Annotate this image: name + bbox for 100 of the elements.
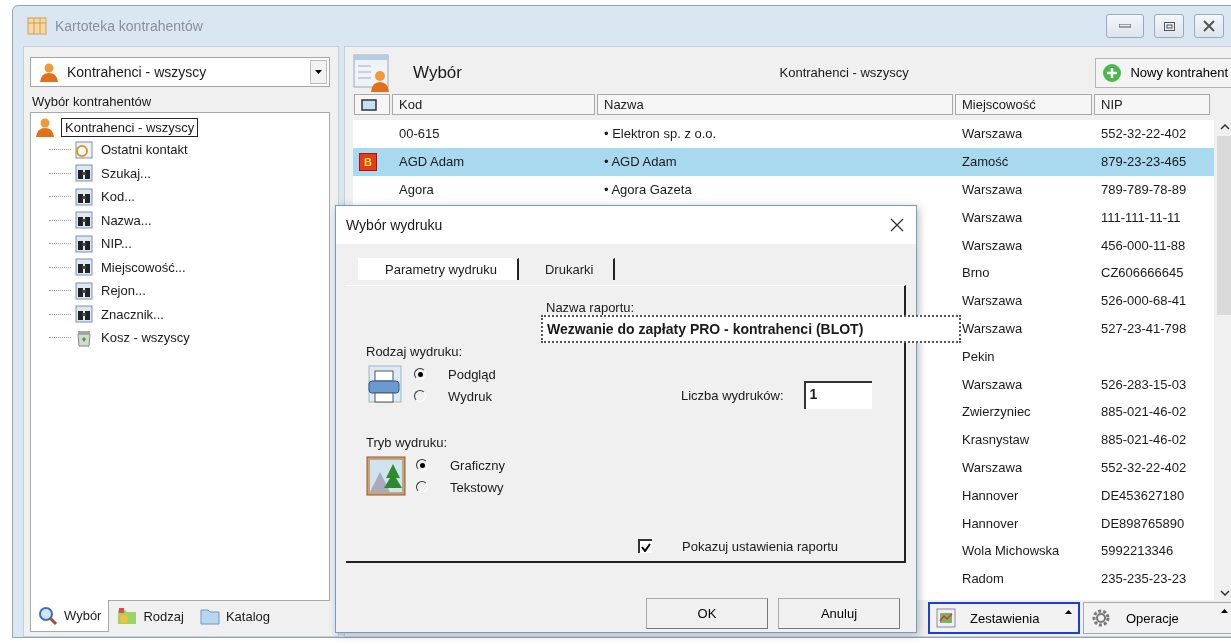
table-cell: Warszawa: [962, 209, 1023, 225]
table-cell: 527-23-41-798: [1101, 320, 1187, 336]
view-subtitle: Kontrahenci - wszyscy: [778, 65, 910, 80]
new-contractor-button[interactable]: Nowy kontrahent: [1095, 57, 1231, 88]
table-cell: Warszawa: [962, 459, 1023, 475]
field-label: Liczba wydruków:: [681, 387, 784, 403]
table-cell: Radom: [962, 571, 1004, 587]
table-cell: Zwierzyniec: [962, 404, 1031, 420]
table-cell: Warszawa: [962, 126, 1023, 142]
binoculars-icon: [75, 211, 93, 230]
table-cell: Hannover: [962, 487, 1019, 503]
tree-item[interactable]: Szukaj...: [101, 165, 151, 181]
table-cell: • Agora Gazeta: [604, 182, 692, 197]
binoculars-icon: [75, 258, 93, 277]
section-label: Wybór kontrahentów: [32, 94, 153, 109]
table-cell: • AGD Adam: [604, 154, 677, 170]
table-cell: 526-000-68-41: [1101, 293, 1187, 309]
table-cell: Hannover: [962, 515, 1019, 531]
tree-item[interactable]: NIP...: [101, 236, 132, 252]
dialog-button[interactable]: Anuluj: [778, 598, 900, 629]
maximize-button[interactable]: [1154, 14, 1184, 38]
status-badge: B: [359, 152, 377, 171]
binoculars-icon: [75, 305, 93, 324]
table-cell: 00-615: [399, 126, 440, 142]
table-cell: Warszawa: [962, 376, 1023, 392]
table-cell: 456-000-11-88: [1101, 237, 1186, 253]
scroll-down-icon[interactable]: [1219, 590, 1230, 596]
dialog-title: Wybór wydruku: [346, 217, 443, 233]
window-title: Kartoteka kontrahentów: [55, 18, 204, 34]
printer-icon: [366, 365, 404, 405]
tree-item[interactable]: Kod...: [101, 189, 135, 205]
caret-icon: [1065, 610, 1072, 614]
column-header[interactable]: NIP: [1094, 94, 1210, 115]
table-cell: 526-283-15-03: [1101, 376, 1187, 392]
gear-icon: [1090, 607, 1112, 629]
scrollbar[interactable]: [1214, 120, 1231, 600]
list-person-icon: [353, 53, 391, 92]
table-cell: Pekin: [962, 348, 995, 364]
minimize-icon: [1119, 24, 1131, 28]
table-cell: 552-32-22-402: [1101, 459, 1187, 475]
copies-input[interactable]: 1: [803, 381, 872, 409]
caret-icon: [1221, 609, 1228, 613]
table-cell: 111-111-11-11: [1101, 209, 1181, 225]
column-header[interactable]: Nazwa: [597, 94, 953, 115]
table-cell: 235-235-23-23: [1101, 571, 1187, 587]
checkbox-label: Pokazuj ustawienia raportu: [682, 538, 839, 554]
radio-label: Wydruk: [448, 388, 492, 404]
table-cell: Warszawa: [962, 320, 1023, 336]
table-cell: Warszawa: [962, 182, 1023, 197]
table-cell: Wola Michowska: [962, 543, 1060, 559]
checkbox[interactable]: [638, 539, 652, 553]
tree-item[interactable]: Miejscowość...: [101, 259, 186, 275]
chart-icon: [936, 608, 956, 628]
dialog-tab[interactable]: Drukarki: [519, 258, 616, 280]
tree-item[interactable]: Ostatni kontakt: [101, 142, 188, 158]
table-cell: DE898765890: [1101, 515, 1185, 531]
table-cell: Warszawa: [962, 293, 1023, 309]
tree-item[interactable]: Kosz - wszyscy: [101, 330, 190, 346]
scroll-up-icon[interactable]: [1219, 124, 1230, 130]
marker-icon: [361, 98, 377, 111]
restore-icon: [1163, 21, 1175, 31]
column-header[interactable]: Kod: [392, 94, 595, 115]
close-icon: [1203, 20, 1215, 32]
close-button[interactable]: [1194, 14, 1224, 38]
panel-tab[interactable]: Katalog: [191, 600, 278, 632]
dropdown-button[interactable]: [310, 60, 327, 84]
app-icon: [27, 17, 47, 35]
landscape-picture-icon: [366, 456, 406, 496]
table-cell: AGD Adam: [399, 154, 465, 170]
toolbar-button[interactable]: Zestawienia: [928, 602, 1080, 634]
report-name-field[interactable]: Wezwanie do zapłaty PRO - kontrahenci (BLOT): [541, 315, 961, 343]
toolbar-button[interactable]: Operacje: [1083, 602, 1231, 634]
tree-item[interactable]: Rejon...: [101, 283, 146, 299]
table-cell: 789-789-78-89: [1101, 182, 1187, 197]
tree-item[interactable]: Znacznik...: [101, 306, 164, 322]
dialog-button[interactable]: OK: [646, 598, 768, 629]
table-cell: 879-23-23-465: [1101, 154, 1187, 170]
tree-item[interactable]: Nazwa...: [101, 212, 152, 228]
table-cell: Zamość: [962, 154, 1009, 170]
person-icon: [39, 62, 59, 82]
person-icon: [35, 117, 55, 137]
filter-dropdown[interactable]: Kontrahenci - wszyscy: [30, 57, 330, 87]
binoculars-icon: [75, 234, 93, 253]
table-cell: Agora: [399, 182, 434, 197]
table-cell: 5992213346: [1101, 543, 1174, 559]
binoculars-icon: [75, 164, 93, 183]
close-icon[interactable]: [890, 218, 904, 232]
radio-label: Podgląd: [448, 366, 496, 382]
panel-tab[interactable]: Wybór: [30, 600, 110, 632]
caret-icon: [315, 70, 322, 74]
folder-icon: [117, 607, 138, 625]
tree-item[interactable]: Kontrahenci - wszyscy: [61, 117, 199, 137]
column-header[interactable]: Miejscowość: [955, 94, 1092, 115]
dialog-tab[interactable]: Parametry wydruku: [358, 258, 519, 280]
table-cell: DE453627180: [1101, 487, 1185, 503]
table-cell: 552-32-22-402: [1101, 126, 1187, 142]
table-cell: • Elektron sp. z o.o.: [604, 126, 717, 142]
table-cell: CZ606666645: [1101, 265, 1184, 281]
panel-tab[interactable]: Rodzaj: [109, 600, 192, 632]
select-all-header[interactable]: [354, 94, 390, 115]
